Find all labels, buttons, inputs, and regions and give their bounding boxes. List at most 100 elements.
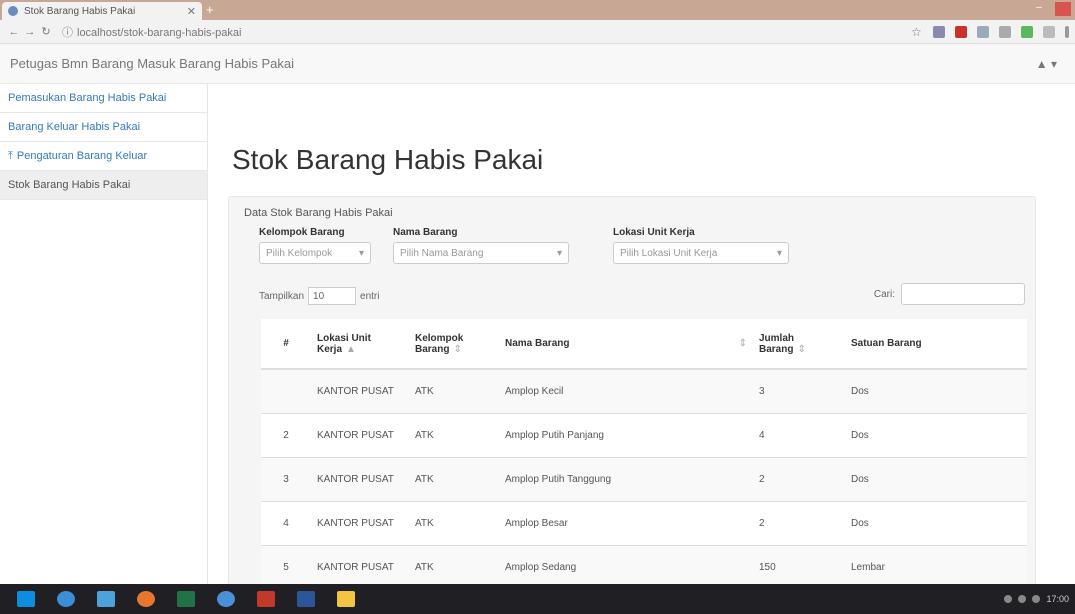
extension-icon[interactable] bbox=[999, 25, 1011, 38]
table-row: 3 KANTOR PUSAT ATK Amplop Putih Tanggung 2 Do… bbox=[261, 456, 1027, 501]
filter-label: Kelompok Barang bbox=[259, 227, 345, 238]
table-cell: Amplop Besar bbox=[499, 500, 753, 545]
user-menu-dropdown[interactable]: ▲ ▾ bbox=[1036, 57, 1057, 71]
column-header[interactable]: Lokasi Unit Kerja ▲ bbox=[311, 319, 409, 370]
lokasi-select[interactable]: Pilih Lokasi Unit Kerja ▾ bbox=[613, 242, 789, 264]
reload-icon[interactable]: ↻ bbox=[38, 25, 54, 38]
browser-toolbar: ← → ↻ ⓘ localhost/stok-barang-habis-pakai… bbox=[0, 20, 1075, 44]
table-row: 4 KANTOR PUSAT ATK Amplop Besar 2 Dos bbox=[261, 500, 1027, 545]
table-cell: KANTOR PUSAT bbox=[311, 368, 409, 413]
table-cell: Amplop Sedang bbox=[499, 544, 753, 584]
filter-lokasi: Lokasi Unit Kerja Pilih Lokasi Unit Kerj… bbox=[613, 227, 789, 264]
table-cell: KANTOR PUSAT bbox=[311, 412, 409, 457]
star-icon[interactable]: ☆ bbox=[911, 26, 923, 38]
table-cell: Dos bbox=[845, 456, 1027, 501]
table-cell: ATK bbox=[409, 544, 499, 584]
sidebar: Pemasukan Barang Habis Pakai Barang Kelu… bbox=[0, 84, 208, 584]
table-header-row: # Lokasi Unit Kerja ▲ Kelompok Barang ⇕ Na… bbox=[261, 319, 1027, 370]
entries-select[interactable]: 10 bbox=[308, 287, 357, 305]
extension-icon[interactable] bbox=[933, 25, 945, 38]
extension-icon[interactable] bbox=[955, 25, 967, 38]
nama-barang-select[interactable]: Pilih Nama Barang ▾ bbox=[393, 242, 569, 264]
show-entries: Tampilkan 10 entri bbox=[259, 287, 379, 305]
table-cell: KANTOR PUSAT bbox=[311, 544, 409, 584]
table-cell: Dos bbox=[845, 368, 1027, 413]
sidebar-item-label: Pengaturan Barang Keluar bbox=[16, 150, 148, 162]
app-icon[interactable] bbox=[86, 584, 126, 614]
table-cell: 4 bbox=[753, 412, 845, 457]
filter-label: Nama Barang bbox=[393, 227, 458, 238]
sidebar-item-stok[interactable]: Stok Barang Habis Pakai bbox=[0, 171, 207, 200]
chevron-down-icon: ▾ bbox=[556, 247, 562, 259]
sidebar-item-label: Pemasukan Barang Habis Pakai bbox=[8, 92, 167, 104]
clock[interactable]: 17:00 bbox=[1046, 594, 1069, 604]
windows-taskbar: 17:00 bbox=[0, 584, 1075, 614]
address-bar[interactable]: ⓘ localhost/stok-barang-habis-pakai bbox=[62, 24, 241, 40]
forward-icon[interactable]: → bbox=[22, 26, 38, 38]
volume-icon[interactable] bbox=[1018, 595, 1027, 603]
extension-icon[interactable] bbox=[1043, 25, 1055, 38]
panel-heading: Data Stok Barang Habis Pakai bbox=[244, 207, 393, 219]
firefox-icon[interactable] bbox=[126, 584, 166, 614]
new-tab-button[interactable]: + bbox=[206, 3, 220, 16]
column-header[interactable]: Nama Barang ⇕ bbox=[499, 319, 753, 370]
network-icon[interactable] bbox=[1032, 595, 1041, 603]
sidebar-item-label: Barang Keluar Habis Pakai bbox=[8, 121, 141, 133]
table-cell: KANTOR PUSAT bbox=[311, 500, 409, 545]
table-cell: Dos bbox=[845, 500, 1027, 545]
header-label: Satuan Barang bbox=[851, 338, 922, 349]
back-icon[interactable]: ← bbox=[6, 26, 22, 38]
header-label: Nama Barang bbox=[505, 338, 570, 349]
sidebar-item-pemasukan[interactable]: Pemasukan Barang Habis Pakai bbox=[0, 84, 207, 113]
column-header[interactable]: Satuan Barang bbox=[845, 319, 1027, 370]
select-value: Pilih Kelompok bbox=[266, 247, 333, 259]
excel-icon[interactable] bbox=[166, 584, 206, 614]
table-cell: 2 bbox=[753, 500, 845, 545]
extension-icon[interactable] bbox=[1021, 25, 1033, 38]
sidebar-item-label: Stok Barang Habis Pakai bbox=[8, 179, 131, 191]
select-value: Pilih Lokasi Unit Kerja bbox=[620, 247, 718, 259]
extension-icon[interactable] bbox=[977, 25, 989, 38]
window-controls: ‒ bbox=[1031, 2, 1071, 16]
page-title: Stok Barang Habis Pakai bbox=[232, 144, 544, 175]
column-header[interactable]: # bbox=[261, 319, 311, 370]
favicon-icon bbox=[8, 6, 18, 16]
chrome-icon[interactable] bbox=[206, 584, 246, 614]
filter-nama-barang: Nama Barang Pilih Nama Barang ▾ bbox=[393, 227, 569, 264]
close-window-button[interactable] bbox=[1055, 2, 1071, 16]
menu-icon[interactable] bbox=[1065, 25, 1069, 38]
search-input[interactable] bbox=[901, 283, 1025, 305]
table-cell: Amplop Putih Tanggung bbox=[499, 456, 753, 501]
table-row: KANTOR PUSAT ATK Amplop Kecil 3 Dos bbox=[261, 368, 1027, 413]
word-icon[interactable] bbox=[286, 584, 326, 614]
table-cell: ATK bbox=[409, 456, 499, 501]
minimize-button[interactable]: ‒ bbox=[1031, 2, 1047, 16]
sidebar-item-barang-keluar[interactable]: Barang Keluar Habis Pakai bbox=[0, 113, 207, 142]
table-cell: ATK bbox=[409, 500, 499, 545]
kelompok-select[interactable]: Pilih Kelompok ▾ bbox=[259, 242, 371, 264]
show-entries-suffix: entri bbox=[360, 290, 380, 302]
app-navbar: Petugas Bmn Barang Masuk Barang Habis Pa… bbox=[0, 44, 1075, 84]
column-header[interactable]: Jumlah Barang ⇕ bbox=[753, 319, 845, 370]
browser-tab[interactable]: Stok Barang Habis Pakai ✕ bbox=[2, 2, 202, 20]
search-label: Cari: bbox=[873, 288, 895, 300]
app-icon[interactable] bbox=[246, 584, 286, 614]
sidebar-item-pengaturan[interactable]: ⤒ Pengaturan Barang Keluar bbox=[0, 142, 207, 171]
folder-icon[interactable] bbox=[326, 584, 366, 614]
extensions: ☆ bbox=[911, 25, 1069, 38]
sort-icon: ⇕ bbox=[797, 343, 806, 355]
header-label: Lokasi Unit Kerja bbox=[317, 332, 371, 355]
table-cell bbox=[261, 368, 311, 413]
tab-close-icon[interactable]: ✕ bbox=[187, 5, 196, 18]
app-brand[interactable]: Petugas Bmn Barang Masuk Barang Habis Pa… bbox=[10, 56, 294, 71]
table-row: 2 KANTOR PUSAT ATK Amplop Putih Panjang 4 Dos bbox=[261, 412, 1027, 457]
stock-panel: Data Stok Barang Habis Pakai Kelompok Ba… bbox=[228, 196, 1036, 584]
sort-icon: ⇕ bbox=[453, 343, 462, 355]
table-row: 5 KANTOR PUSAT ATK Amplop Sedang 150 Lembar bbox=[261, 544, 1027, 584]
table-cell: ATK bbox=[409, 368, 499, 413]
ie-icon[interactable] bbox=[46, 584, 86, 614]
upload-icon: ⤒ bbox=[8, 150, 13, 162]
column-header[interactable]: Kelompok Barang ⇕ bbox=[409, 319, 499, 370]
start-button[interactable] bbox=[6, 584, 46, 614]
tray-icon[interactable] bbox=[1004, 595, 1013, 603]
